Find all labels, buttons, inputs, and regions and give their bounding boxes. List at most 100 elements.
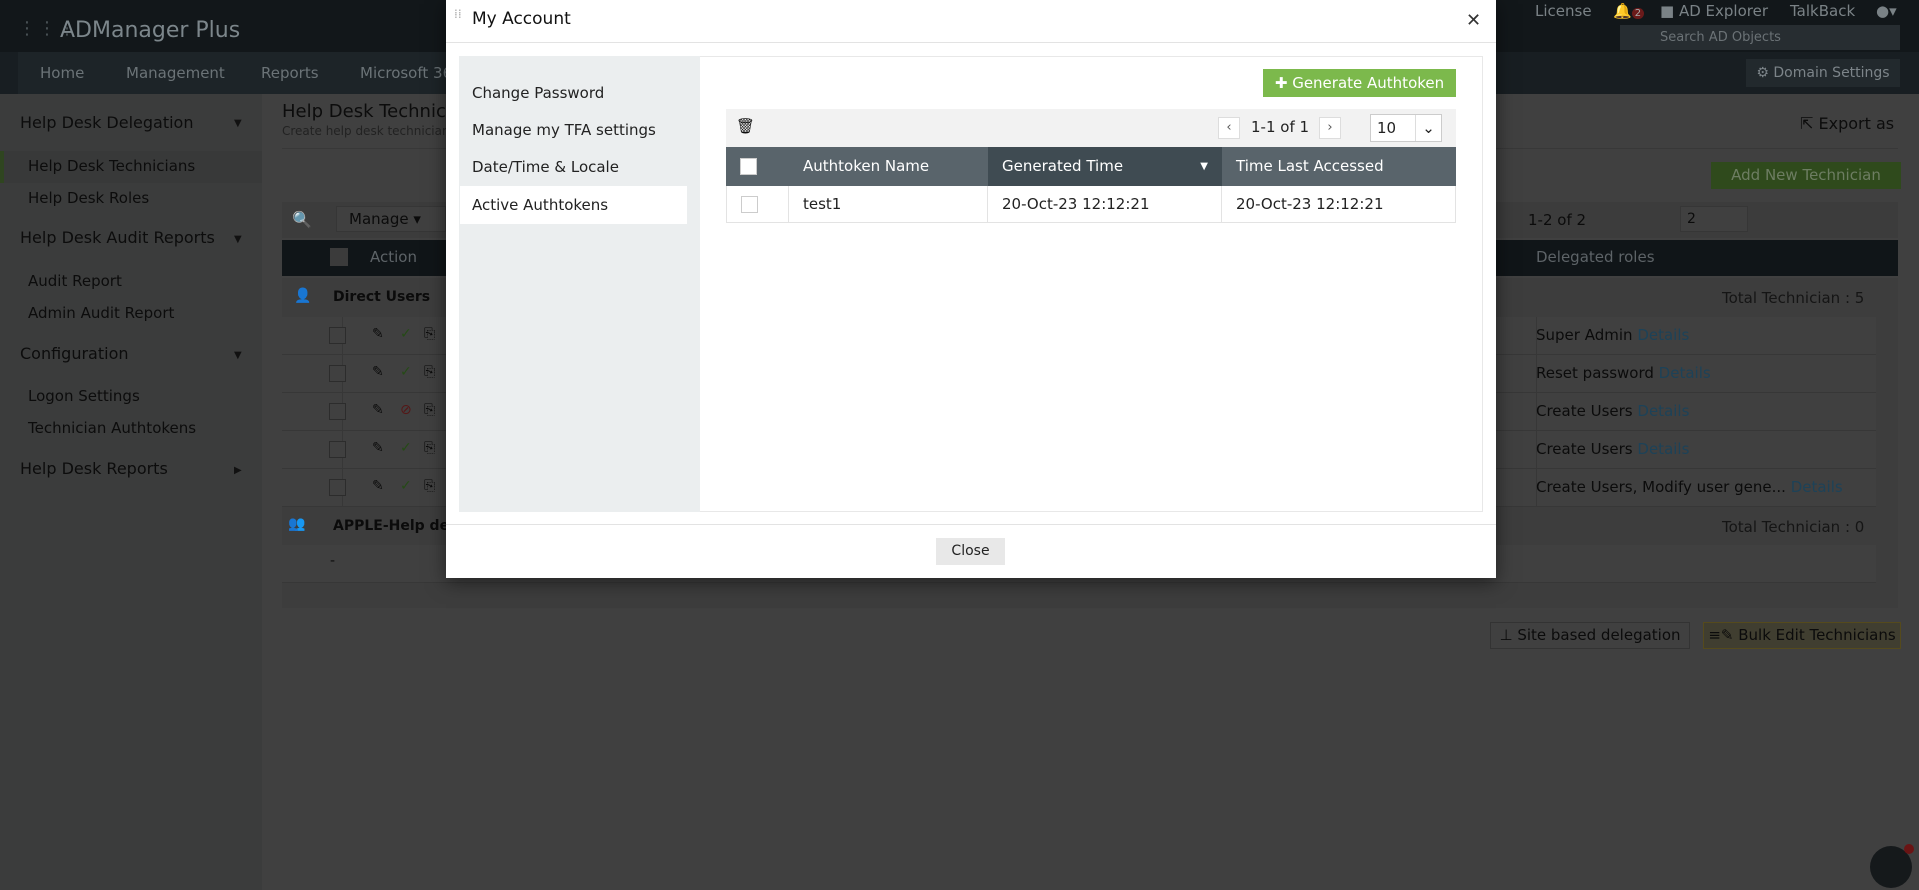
sidebar-item-admin-audit-report[interactable]: Admin Audit Report — [28, 304, 174, 322]
generate-authtoken-button[interactable]: ✚ Generate Authtoken — [1263, 69, 1456, 97]
add-technician-label: Add New Technician — [1731, 166, 1881, 184]
row-checkbox[interactable] — [329, 327, 346, 344]
row-checkbox[interactable] — [741, 196, 758, 213]
bulk-edit-icon: ≡✎ — [1708, 626, 1739, 644]
details-link[interactable]: Details — [1637, 402, 1689, 420]
select-all-checkbox[interactable] — [740, 158, 757, 175]
caret-right-icon: ▶ — [234, 465, 242, 476]
copy-icon[interactable]: ⎘ — [424, 326, 435, 342]
enabled-check-icon[interactable]: ✓ — [400, 440, 412, 456]
prev-page-button[interactable]: ‹ — [1218, 117, 1240, 139]
row-checkbox[interactable] — [329, 479, 346, 496]
token-generated-time: 20-Oct-23 12:12:21 — [988, 186, 1222, 223]
copy-icon[interactable]: ⎘ — [424, 478, 435, 494]
sidebar-section-audit[interactable]: Help Desk Audit Reports — [20, 228, 215, 247]
sidebar-item-help-desk-technicians[interactable]: Help Desk Technicians — [28, 157, 195, 175]
col-generated-time[interactable]: Generated Time ▼ — [988, 147, 1222, 186]
chevron-down-icon: ⌄ — [1415, 115, 1441, 141]
nav-tab-management[interactable]: Management — [104, 52, 248, 94]
next-page-button[interactable]: › — [1319, 117, 1341, 139]
row-checkbox[interactable] — [329, 403, 346, 420]
manage-dropdown[interactable]: Manage ▾ — [336, 206, 446, 232]
talkback-link[interactable]: TalkBack — [1790, 0, 1855, 22]
sidebar-item-logon-settings[interactable]: Logon Settings — [28, 387, 140, 405]
edit-icon[interactable]: ✎ — [372, 402, 384, 418]
token-name: test1 — [789, 186, 988, 223]
license-link[interactable]: License — [1535, 0, 1592, 22]
role-text: Create Users Details — [1536, 402, 1690, 420]
edit-icon[interactable]: ✎ — [372, 478, 384, 494]
sort-desc-icon: ▼ — [1200, 161, 1208, 172]
row-checkbox[interactable] — [329, 365, 346, 382]
drag-handle-icon[interactable]: ⁞⁞ — [454, 8, 462, 20]
search-icon[interactable]: 🔍 — [292, 210, 312, 229]
details-link[interactable]: Details — [1637, 326, 1689, 344]
site-based-delegation-button[interactable]: ⊥ Site based delegation — [1490, 622, 1690, 649]
domain-settings-button[interactable]: ⚙ Domain Settings — [1746, 59, 1900, 87]
enabled-check-icon[interactable]: ✓ — [400, 326, 412, 342]
col-time-last-accessed[interactable]: Time Last Accessed — [1222, 147, 1456, 186]
support-chat-avatar[interactable] — [1870, 844, 1914, 888]
chat-notification-dot — [1904, 844, 1914, 854]
menu-change-password[interactable]: Change Password — [460, 74, 687, 112]
hierarchy-icon: ⊥ — [1499, 626, 1518, 644]
bulk-edit-technicians-button[interactable]: ≡✎ Bulk Edit Technicians — [1703, 622, 1901, 649]
enabled-check-icon[interactable]: ✓ — [400, 478, 412, 494]
bell-icon[interactable]: 🔔 2 — [1613, 0, 1645, 22]
edit-icon[interactable]: ✎ — [372, 364, 384, 380]
copy-icon[interactable]: ⎘ — [424, 364, 435, 380]
col-delegated-roles: Delegated roles — [1536, 248, 1655, 266]
export-label: Export as — [1818, 114, 1895, 133]
caret-down-icon: ▼ — [234, 234, 242, 245]
menu-tfa-settings[interactable]: Manage my TFA settings — [460, 111, 687, 149]
details-link[interactable]: Details — [1637, 440, 1689, 458]
col-authtoken-name[interactable]: Authtoken Name — [789, 147, 988, 186]
group-icon: 👥 — [288, 516, 306, 532]
copy-icon[interactable]: ⎘ — [424, 402, 435, 418]
nav-tab-home[interactable]: Home — [18, 52, 108, 94]
ad-explorer-label: AD Explorer — [1678, 2, 1768, 20]
folder-icon: ■ — [1660, 2, 1679, 20]
trash-icon[interactable]: 🗑 — [736, 117, 755, 135]
close-button[interactable]: Close — [936, 538, 1005, 565]
sidebar — [0, 94, 262, 890]
token-last-accessed: 20-Oct-23 12:12:21 — [1222, 186, 1456, 223]
details-link[interactable]: Details — [1659, 364, 1711, 382]
sidebar-section-configuration[interactable]: Configuration — [20, 344, 129, 363]
divider — [446, 42, 1496, 43]
row-checkbox[interactable] — [329, 441, 346, 458]
sidebar-item-technician-authtokens[interactable]: Technician Authtokens — [28, 419, 196, 437]
nav-tab-reports[interactable]: Reports — [239, 52, 342, 94]
enabled-check-icon[interactable]: ✓ — [400, 364, 412, 380]
sidebar-item-help-desk-roles[interactable]: Help Desk Roles — [28, 189, 149, 207]
app-logo: ADManager Plus — [60, 18, 241, 43]
group-direct-users: Direct Users — [333, 289, 431, 305]
sidebar-section-delegation[interactable]: Help Desk Delegation — [20, 113, 193, 132]
add-new-technician-button[interactable]: Add New Technician — [1711, 162, 1901, 189]
token-toolbar — [726, 109, 1456, 147]
copy-icon[interactable]: ⎘ — [424, 440, 435, 456]
domain-settings-label: Domain Settings — [1773, 65, 1890, 81]
bulk-label: Bulk Edit Technicians — [1738, 626, 1896, 644]
per-page-select[interactable]: 2 — [1680, 206, 1748, 232]
edit-icon[interactable]: ✎ — [372, 326, 384, 342]
menu-date-time-locale[interactable]: Date/Time & Locale — [460, 148, 687, 186]
close-icon[interactable]: ✕ — [1466, 10, 1481, 31]
disabled-icon[interactable]: ⊘ — [400, 402, 412, 418]
details-link[interactable]: Details — [1791, 478, 1843, 496]
menu-active-authtokens[interactable]: Active Authtokens — [460, 186, 687, 224]
export-as-button[interactable]: ⇱ Export as — [1800, 114, 1894, 133]
per-page-value: 10 — [1377, 119, 1397, 137]
select-all-header — [726, 147, 789, 186]
my-account-dialog: ⁞⁞ My Account ✕ Change Password Manage m… — [446, 0, 1496, 578]
ad-explorer-link[interactable]: ■ AD Explorer — [1660, 0, 1768, 22]
sidebar-section-reports[interactable]: Help Desk Reports — [20, 459, 168, 478]
gear-icon: ⚙ — [1756, 65, 1774, 81]
search-input[interactable]: Search AD Objects — [1620, 25, 1900, 50]
per-page-select[interactable]: 10 ⌄ — [1370, 114, 1442, 142]
sidebar-item-audit-report[interactable]: Audit Report — [28, 272, 122, 290]
user-menu-icon[interactable]: ●▾ — [1876, 0, 1897, 22]
edit-icon[interactable]: ✎ — [372, 440, 384, 456]
group-total: Total Technician : 5 — [1722, 289, 1865, 307]
select-all-checkbox[interactable] — [330, 248, 348, 266]
